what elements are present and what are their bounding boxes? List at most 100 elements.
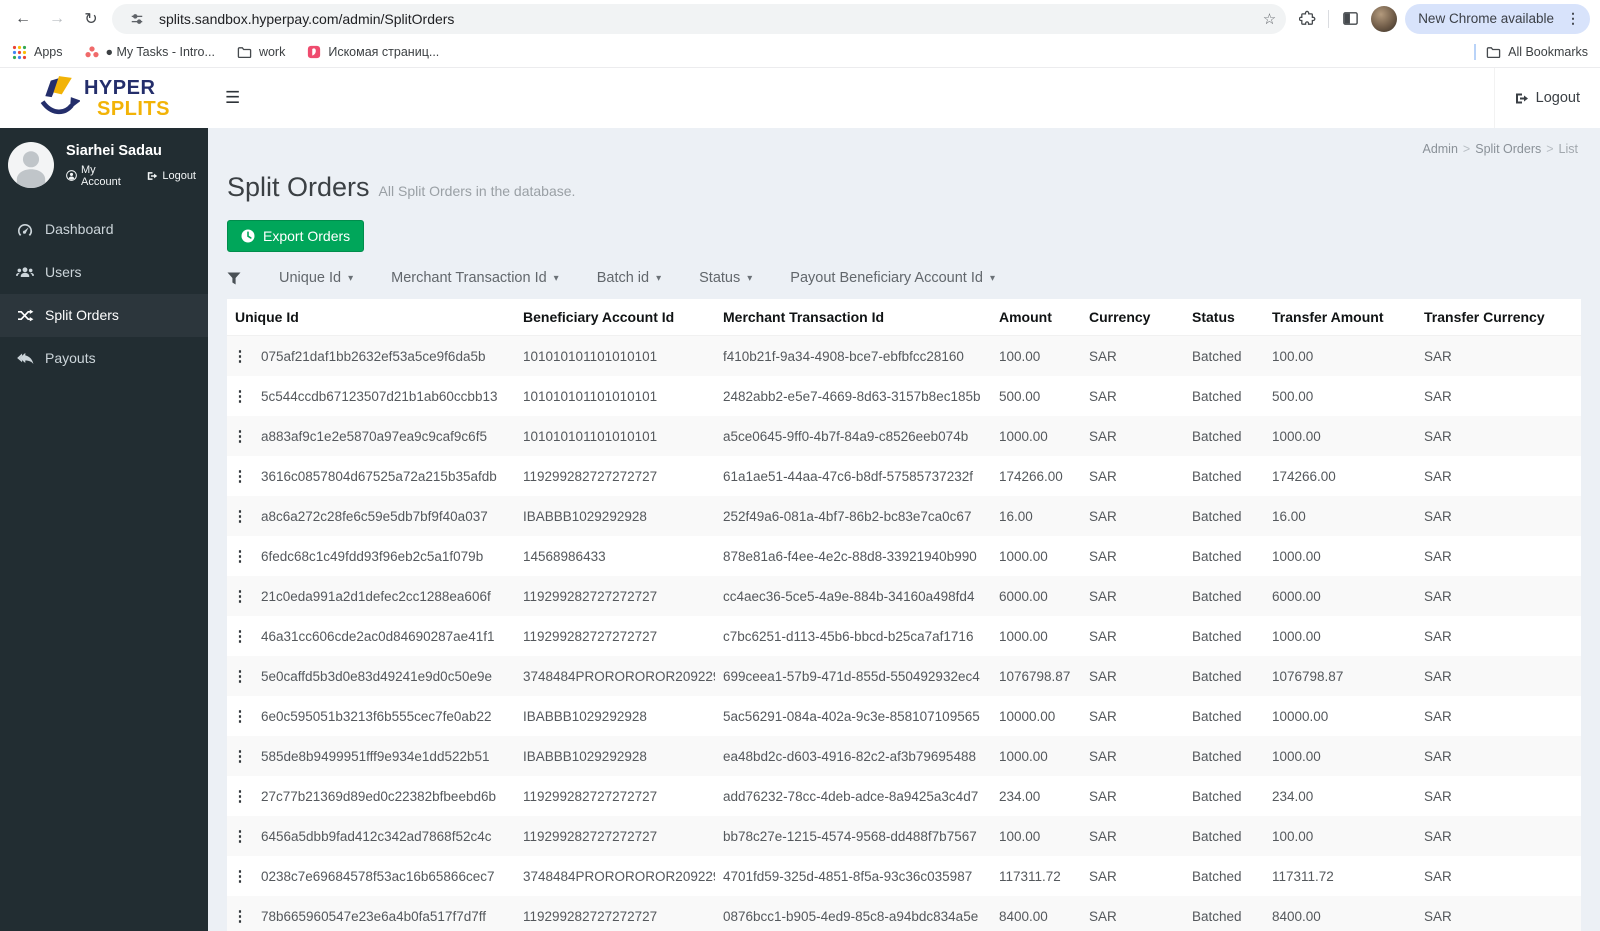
cell-status: Batched (1192, 828, 1242, 844)
cell-beneficiary-account-id: 101010101101010101 (523, 348, 658, 364)
reload-icon[interactable]: ↻ (78, 9, 104, 29)
cell-amount: 6000.00 (999, 588, 1048, 604)
cell-beneficiary-account-id: 119299282727272727 (523, 828, 658, 844)
chrome-update-button[interactable]: New Chrome available ⋮ (1405, 3, 1590, 34)
forward-icon[interactable]: → (44, 10, 70, 28)
cell-amount: 500.00 (999, 388, 1041, 404)
bookmark-work[interactable]: work (237, 45, 285, 60)
app-logo[interactable]: HYPER SPLITS (0, 68, 208, 128)
row-actions-handle[interactable]: ⋮ (227, 416, 253, 456)
sign-out-icon (147, 171, 158, 181)
row-actions-handle[interactable]: ⋮ (227, 576, 253, 616)
url-bar[interactable]: splits.sandbox.hyperpay.com/admin/SplitO… (112, 3, 1287, 34)
row-actions-handle[interactable]: ⋮ (227, 616, 253, 656)
column-header-beneficiary-account-id[interactable]: Beneficiary Account Id (515, 299, 715, 336)
row-actions-handle[interactable]: ⋮ (227, 656, 253, 696)
sidebar-toggle-icon[interactable]: ☰ (208, 68, 257, 128)
all-bookmarks-button[interactable]: All Bookmarks (1486, 45, 1588, 60)
breadcrumb-item-admin[interactable]: Admin (1422, 142, 1457, 156)
user-panel: Siarhei Sadau My Account Logout (0, 128, 208, 200)
table-row: ⋮ 5e0caffd5b3d0e83d49241e9d0c50e9e 3748484… (227, 656, 1581, 696)
row-actions-handle[interactable]: ⋮ (227, 896, 253, 931)
sidebar-item-payouts[interactable]: Payouts (0, 337, 208, 380)
column-header-currency[interactable]: Currency (1081, 299, 1184, 336)
row-actions-handle[interactable]: ⋮ (227, 536, 253, 576)
sidebar-logout-label: Logout (162, 169, 196, 182)
my-account-link[interactable]: My Account (66, 164, 132, 188)
cell-merchant-transaction-id: 252f49a6-081a-4bf7-86b2-bc83e7ca0c67 (723, 508, 972, 524)
cell-beneficiary-account-id: 14568986433 (523, 548, 606, 564)
filter-label: Payout Beneficiary Account Id (790, 270, 983, 286)
column-header-amount[interactable]: Amount (991, 299, 1081, 336)
cell-currency: SAR (1089, 508, 1117, 524)
sidebar-item-label: Users (45, 264, 82, 280)
cell-transfer-currency: SAR (1424, 388, 1452, 404)
column-header-status[interactable]: Status (1184, 299, 1264, 336)
cell-unique-id: 075af21daf1bb2632ef53a5ce9f6da5b (261, 348, 486, 364)
cell-amount: 117311.72 (999, 868, 1061, 884)
bookmark-apps[interactable]: Apps (12, 45, 63, 60)
page-subtitle: All Split Orders in the database. (378, 183, 576, 199)
row-actions-handle[interactable]: ⋮ (227, 376, 253, 416)
cell-currency: SAR (1089, 828, 1117, 844)
row-actions-handle[interactable]: ⋮ (227, 496, 253, 536)
filter-unique-id[interactable]: Unique Id ▾ (279, 270, 353, 286)
filter-status[interactable]: Status ▾ (699, 270, 752, 286)
sidebar-logout-link[interactable]: Logout (147, 170, 196, 182)
row-actions-handle[interactable]: ⋮ (227, 696, 253, 736)
column-header-transfer-amount[interactable]: Transfer Amount (1264, 299, 1416, 336)
cell-transfer-amount: 1000.00 (1272, 748, 1321, 764)
main-content: Admin > Split Orders > List Split Orders All … (208, 128, 1600, 931)
row-actions-handle[interactable]: ⋮ (227, 776, 253, 816)
users-icon (15, 266, 35, 279)
cell-amount: 1000.00 (999, 548, 1048, 564)
cell-merchant-transaction-id: 0876bcc1-b905-4ed9-85c8-a94bdc834a5e (723, 908, 979, 924)
sidebar: Siarhei Sadau My Account Logout Dashboar… (0, 128, 208, 931)
cell-beneficiary-account-id: 101010101101010101 (523, 388, 658, 404)
column-header-unique-id[interactable]: Unique Id (227, 299, 515, 336)
header-logout-label: Logout (1535, 90, 1580, 106)
back-icon[interactable]: ← (10, 10, 36, 28)
export-orders-button[interactable]: Export Orders (227, 220, 365, 252)
cell-merchant-transaction-id: ea48bd2c-d603-4916-82c2-af3b79695488 (723, 748, 976, 764)
table-row: ⋮ a883af9c1e2e5870a97ea9c9caf9c6f5 1010101… (227, 416, 1581, 456)
browser-menu-icon[interactable]: ⋮ (1562, 10, 1584, 27)
row-actions-handle[interactable]: ⋮ (227, 336, 253, 377)
cell-transfer-amount: 100.00 (1272, 828, 1314, 844)
cell-status: Batched (1192, 708, 1242, 724)
table-row: ⋮ 21c0eda991a2d1defec2cc1288ea606f 1192992… (227, 576, 1581, 616)
sidebar-item-split-orders[interactable]: Split Orders (0, 294, 208, 337)
browser-profile-avatar[interactable] (1371, 5, 1398, 32)
row-actions-handle[interactable]: ⋮ (227, 736, 253, 776)
filter-payout-beneficiary-account-id[interactable]: Payout Beneficiary Account Id ▾ (790, 270, 995, 286)
sidebar-item-users[interactable]: Users (0, 251, 208, 294)
column-header-transfer-currency[interactable]: Transfer Currency (1416, 299, 1581, 336)
filter-batch-id[interactable]: Batch id ▾ (597, 270, 661, 286)
column-header-merchant-transaction-id[interactable]: Merchant Transaction Id (715, 299, 991, 336)
bookmark-my-tasks-intro[interactable]: ● My Tasks - Intro... (84, 45, 215, 59)
cell-merchant-transaction-id: add76232-78cc-4deb-adce-8a9425a3c4d7 (723, 788, 979, 804)
row-actions-handle[interactable]: ⋮ (227, 456, 253, 496)
cell-unique-id: 3616c0857804d67525a72a215b35afdb (261, 468, 497, 484)
row-actions-handle[interactable]: ⋮ (227, 816, 253, 856)
cell-unique-id: 6e0c595051b3213f6b555cec7fe0ab22 (261, 708, 492, 724)
row-actions-handle[interactable]: ⋮ (227, 856, 253, 896)
side-panel-icon[interactable] (1337, 10, 1363, 27)
extensions-icon[interactable] (1294, 10, 1320, 27)
bookmark-item[interactable]: Искомая страниц... (307, 45, 439, 59)
filter-merchant-transaction-id[interactable]: Merchant Transaction Id ▾ (391, 270, 559, 286)
site-settings-icon[interactable] (124, 12, 150, 26)
table-row: ⋮ 0238c7e69684578f53ac16b65866cec7 3748484… (227, 856, 1581, 896)
bookmark-star-icon[interactable]: ☆ (1263, 10, 1276, 28)
cell-currency: SAR (1089, 388, 1117, 404)
cell-merchant-transaction-id: 878e81a6-f4ee-4e2c-88d8-33921940b990 (723, 548, 977, 564)
all-bookmarks-label: All Bookmarks (1508, 45, 1588, 59)
sidebar-item-dashboard[interactable]: Dashboard (0, 208, 208, 251)
breadcrumb-item-split-orders[interactable]: Split Orders (1475, 142, 1541, 156)
sidebar-item-label: Payouts (45, 350, 96, 366)
cell-status: Batched (1192, 428, 1242, 444)
filter-label: Merchant Transaction Id (391, 270, 547, 286)
header-logout-button[interactable]: Logout (1493, 68, 1600, 128)
filter-row: Unique Id ▾ Merchant Transaction Id ▾ Batch … (227, 270, 1581, 286)
shuffle-icon (15, 309, 35, 322)
